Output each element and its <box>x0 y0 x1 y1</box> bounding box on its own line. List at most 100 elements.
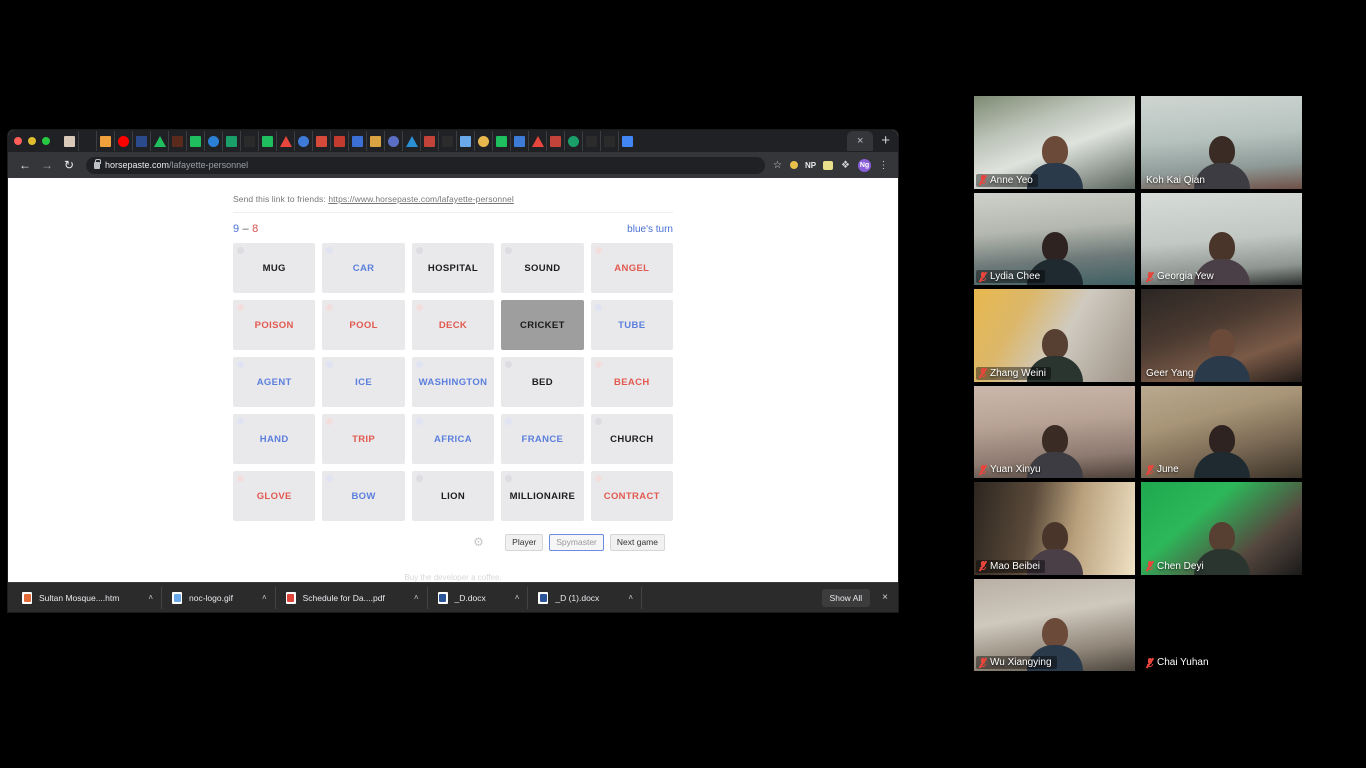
tab-7[interactable] <box>168 131 186 151</box>
board-card[interactable]: BED <box>501 357 584 407</box>
download-menu-chevron-icon[interactable]: ˄ <box>414 593 419 602</box>
tab-26[interactable] <box>510 131 528 151</box>
tab-28[interactable] <box>546 131 564 151</box>
tab-active-horsepaste[interactable]: × <box>847 131 874 151</box>
bookmark-star-icon[interactable]: ☆ <box>771 159 784 172</box>
download-item[interactable]: noc-logo.gif ˄ <box>162 586 276 609</box>
address-bar[interactable]: horsepaste.com/lafayette-personnel <box>86 156 765 174</box>
board-card[interactable]: AFRICA <box>411 414 495 464</box>
new-tab-button[interactable]: + <box>873 132 898 150</box>
download-menu-chevron-icon[interactable]: ˄ <box>628 593 633 602</box>
tab-30[interactable] <box>582 131 600 151</box>
tab-18[interactable] <box>366 131 384 151</box>
minimize-window-button[interactable] <box>28 137 36 145</box>
profile-avatar[interactable]: Ng <box>858 158 871 172</box>
video-tile[interactable]: June <box>1141 385 1302 478</box>
video-tile[interactable]: Yuan Xinyu <box>974 385 1135 478</box>
tab-6[interactable] <box>150 131 168 151</box>
board-card[interactable]: POOL <box>322 300 405 350</box>
maximize-window-button[interactable] <box>42 137 50 145</box>
tab-20[interactable] <box>402 131 420 151</box>
tab-16[interactable] <box>330 131 348 151</box>
tab-31[interactable] <box>600 131 618 151</box>
board-card[interactable]: SOUND <box>501 243 584 293</box>
tab-4[interactable] <box>114 131 132 151</box>
forward-icon[interactable]: → <box>36 154 58 176</box>
board-card[interactable]: DECK <box>411 300 495 350</box>
tab-24[interactable] <box>474 131 492 151</box>
close-tab-icon[interactable]: × <box>857 135 863 147</box>
share-link-url[interactable]: https://www.horsepaste.com/lafayette-per… <box>328 194 514 204</box>
board-card[interactable]: CAR <box>322 243 405 293</box>
tab-8[interactable] <box>186 131 204 151</box>
video-tile[interactable]: Chai Yuhan <box>1141 578 1302 671</box>
board-card[interactable]: MUG <box>233 243 316 293</box>
tab-32[interactable] <box>618 131 636 151</box>
tab-23[interactable] <box>456 131 474 151</box>
video-tile[interactable]: Mao Beibei <box>974 482 1135 575</box>
board-card[interactable]: HAND <box>233 414 316 464</box>
next-game-button[interactable]: Next game <box>609 534 665 551</box>
download-item[interactable]: Sultan Mosque....htm ˄ <box>12 586 162 609</box>
extension-np-icon[interactable]: NP <box>804 159 817 172</box>
board-card[interactable]: MILLIONAIRE <box>501 471 584 521</box>
tab-5[interactable] <box>132 131 150 151</box>
tab-13[interactable] <box>276 131 294 151</box>
board-card[interactable]: CRICKET <box>501 300 584 350</box>
player-mode-button[interactable]: Player <box>505 534 544 551</box>
tab-2[interactable] <box>78 131 96 151</box>
tab-3[interactable] <box>96 131 114 151</box>
video-tile[interactable]: Chen Deyi <box>1141 482 1302 575</box>
video-tile[interactable]: Wu Xiangying <box>974 578 1135 671</box>
video-tile[interactable]: Georgia Yew <box>1141 192 1302 285</box>
tab-9[interactable] <box>204 131 222 151</box>
tab-12[interactable] <box>258 131 276 151</box>
tab-14[interactable] <box>294 131 312 151</box>
board-card[interactable]: CONTRACT <box>590 471 673 521</box>
board-card[interactable]: HOSPITAL <box>411 243 495 293</box>
tab-17[interactable] <box>348 131 366 151</box>
video-tile[interactable]: Lydia Chee <box>974 192 1135 285</box>
board-card[interactable]: ICE <box>322 357 405 407</box>
board-card[interactable]: FRANCE <box>501 414 584 464</box>
download-item[interactable]: Schedule for Da....pdf ˄ <box>276 586 428 609</box>
download-menu-chevron-icon[interactable]: ˄ <box>148 593 153 602</box>
board-card[interactable]: TRIP <box>322 414 405 464</box>
tab-21[interactable] <box>420 131 438 151</box>
tab-1[interactable] <box>60 131 78 151</box>
video-tile[interactable]: Anne Yeo <box>974 96 1135 189</box>
tab-11[interactable] <box>240 131 258 151</box>
video-tile[interactable]: Koh Kai Qian <box>1141 96 1302 189</box>
reload-icon[interactable]: ↻ <box>58 154 80 176</box>
tab-19[interactable] <box>384 131 402 151</box>
board-card[interactable]: WASHINGTON <box>411 357 495 407</box>
close-window-button[interactable] <box>14 137 22 145</box>
tab-22[interactable] <box>438 131 456 151</box>
download-menu-chevron-icon[interactable]: ˄ <box>515 593 520 602</box>
tab-27[interactable] <box>528 131 546 151</box>
extension-yellow-icon[interactable] <box>790 161 798 169</box>
download-item[interactable]: _D.docx ˄ <box>428 586 529 609</box>
browser-menu-icon[interactable]: ⋮ <box>877 159 890 172</box>
back-icon[interactable]: ← <box>14 154 36 176</box>
board-card[interactable]: AGENT <box>233 357 316 407</box>
show-all-downloads-button[interactable]: Show All <box>821 588 871 607</box>
donate-link[interactable]: Buy the developer a coffee. <box>233 573 673 582</box>
tab-15[interactable] <box>312 131 330 151</box>
download-menu-chevron-icon[interactable]: ˄ <box>262 593 267 602</box>
board-card[interactable]: ANGEL <box>590 243 673 293</box>
close-shelf-icon[interactable]: × <box>876 592 894 603</box>
video-tile[interactable]: Geer Yang <box>1141 289 1302 382</box>
gear-icon[interactable]: ⚙ <box>473 536 485 548</box>
tab-25[interactable] <box>492 131 510 151</box>
tab-29[interactable] <box>564 131 582 151</box>
download-item[interactable]: _D (1).docx ˄ <box>528 586 642 609</box>
board-card[interactable]: BOW <box>322 471 405 521</box>
board-card[interactable]: BEACH <box>590 357 673 407</box>
board-card[interactable]: TUBE <box>590 300 673 350</box>
extension-note-icon[interactable] <box>823 160 833 170</box>
tab-10[interactable] <box>222 131 240 151</box>
board-card[interactable]: GLOVE <box>233 471 316 521</box>
spymaster-mode-button[interactable]: Spymaster <box>549 534 604 551</box>
board-card[interactable]: CHURCH <box>590 414 673 464</box>
